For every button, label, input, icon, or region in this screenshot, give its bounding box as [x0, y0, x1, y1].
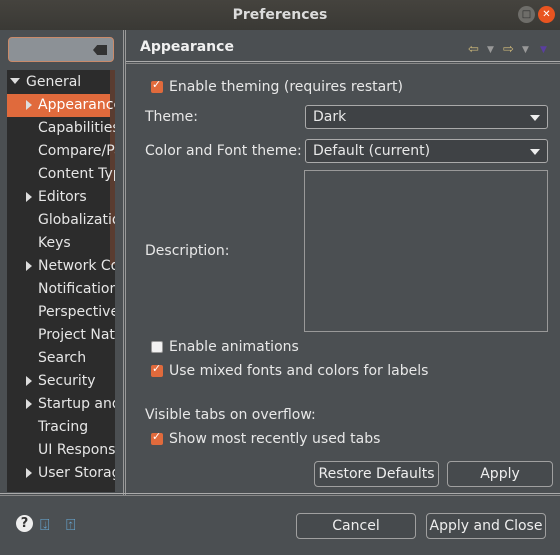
tree-item[interactable]: Content Types [26, 163, 115, 186]
tree-item[interactable]: Perspectives [26, 301, 115, 324]
show-mru-checkbox[interactable]: Show most recently used tabs [151, 430, 381, 447]
tree-item-label: Keys [38, 235, 71, 251]
tree-item-label: General [26, 74, 82, 90]
tree-item-label: Startup and Shutdown [38, 396, 115, 412]
chevron-down-icon [530, 115, 540, 121]
window-title: Preferences [232, 7, 328, 23]
tree-item[interactable]: Globalization [26, 209, 115, 232]
mixed-fonts-checkbox[interactable]: Use mixed fonts and colors for labels [151, 362, 429, 379]
tree-item[interactable]: Keys [26, 232, 71, 255]
tree-item-label: Network Connections [38, 258, 115, 274]
tree-item[interactable]: Notifications [26, 278, 115, 301]
tree-item-label: Content Types [38, 166, 115, 182]
clear-icon[interactable] [93, 45, 107, 55]
tree-item-label: Project Natures [38, 327, 115, 343]
theme-value: Dark [313, 109, 347, 125]
filter-input[interactable] [8, 37, 114, 62]
color-font-theme-label: Color and Font theme: [145, 143, 302, 159]
tree-item[interactable]: Search [26, 347, 86, 370]
title-bar: Preferences □ ✕ [0, 0, 560, 30]
tree-item[interactable]: Compare/Patch [26, 140, 115, 163]
color-font-theme-select[interactable]: Default (current) [305, 139, 548, 163]
back-icon[interactable]: ⇦ [468, 42, 479, 57]
export-icon[interactable]: ⍐ [66, 515, 88, 534]
visible-tabs-label: Visible tabs on overflow: [145, 407, 316, 423]
tree-item[interactable]: Security [26, 370, 96, 393]
help-icon[interactable]: ? [16, 515, 33, 532]
tree-item-label: UI Responsiveness [38, 442, 115, 458]
tree-item-label: Notifications [38, 281, 115, 297]
tree-item[interactable]: Appearance [7, 94, 115, 117]
collapsed-icon[interactable] [26, 376, 32, 386]
forward-menu-icon[interactable]: ▼ [522, 45, 529, 55]
expanded-icon[interactable] [10, 78, 20, 84]
checkbox-icon [151, 362, 163, 377]
description-label: Description: [145, 243, 230, 259]
tree-item[interactable]: Network Connections [26, 255, 115, 278]
header-separator [126, 61, 560, 64]
tree-item-label: Capabilities [38, 120, 115, 136]
collapsed-icon[interactable] [26, 261, 32, 271]
tree-item-label: Perspectives [38, 304, 115, 320]
tree-item-label: Security [38, 373, 96, 389]
theme-select[interactable]: Dark [305, 105, 548, 129]
collapsed-icon[interactable] [26, 468, 32, 478]
page-title: Appearance [140, 39, 234, 55]
view-menu-icon[interactable]: ▼ [540, 45, 547, 55]
tree-item[interactable]: Startup and Shutdown [26, 393, 115, 416]
checkbox-icon [151, 78, 163, 93]
tree-item-label: Tracing [38, 419, 89, 435]
enable-animations-checkbox[interactable]: Enable animations [151, 339, 299, 355]
preferences-tree: General Appearance Capabilities Compare/Pat… [7, 70, 115, 492]
tree-item-label: Editors [38, 189, 87, 205]
description-text [304, 170, 548, 332]
forward-icon[interactable]: ⇨ [503, 42, 514, 57]
color-font-theme-value: Default (current) [313, 143, 431, 159]
checkbox-icon [151, 430, 163, 445]
chevron-down-icon [530, 149, 540, 155]
collapsed-icon[interactable] [26, 192, 32, 202]
apply-and-close-button[interactable]: Apply and Close [426, 513, 546, 539]
tree-item[interactable]: Project Natures [26, 324, 115, 347]
restore-defaults-button[interactable]: Restore Defaults [314, 461, 439, 487]
back-menu-icon[interactable]: ▼ [487, 45, 494, 55]
maximize-button[interactable]: □ [518, 6, 535, 23]
collapsed-icon[interactable] [26, 399, 32, 409]
checkbox-label: Enable theming (requires restart) [169, 79, 403, 95]
tree-item-label: Appearance [38, 97, 115, 113]
tree-item-label: Search [38, 350, 87, 366]
import-icon[interactable]: ⍗ [40, 515, 62, 534]
checkbox-label: Show most recently used tabs [169, 431, 381, 447]
tree-item-label: User Storage [38, 465, 115, 481]
collapsed-icon[interactable] [26, 100, 32, 110]
enable-theming-checkbox[interactable]: Enable theming (requires restart) [151, 78, 403, 95]
checkbox-icon [151, 341, 163, 353]
tree-item[interactable]: General [10, 71, 81, 94]
tree-item[interactable]: Tracing [26, 416, 88, 439]
theme-label: Theme: [145, 109, 199, 125]
tree-item[interactable]: Capabilities [26, 117, 115, 140]
tree-item-label: Globalization [38, 212, 115, 228]
tree-item[interactable]: Editors [26, 186, 87, 209]
tree-item[interactable]: User Storage [26, 462, 115, 485]
close-button[interactable]: ✕ [538, 6, 555, 23]
footer-separator [0, 493, 560, 496]
apply-button[interactable]: Apply [447, 461, 553, 487]
cancel-button[interactable]: Cancel [296, 513, 416, 539]
tree-item[interactable]: UI Responsiveness [26, 439, 115, 462]
checkbox-label: Enable animations [169, 339, 299, 355]
checkbox-label: Use mixed fonts and colors for labels [169, 363, 429, 379]
tree-item-label: Compare/Patch [38, 143, 115, 159]
sash[interactable] [123, 30, 126, 495]
